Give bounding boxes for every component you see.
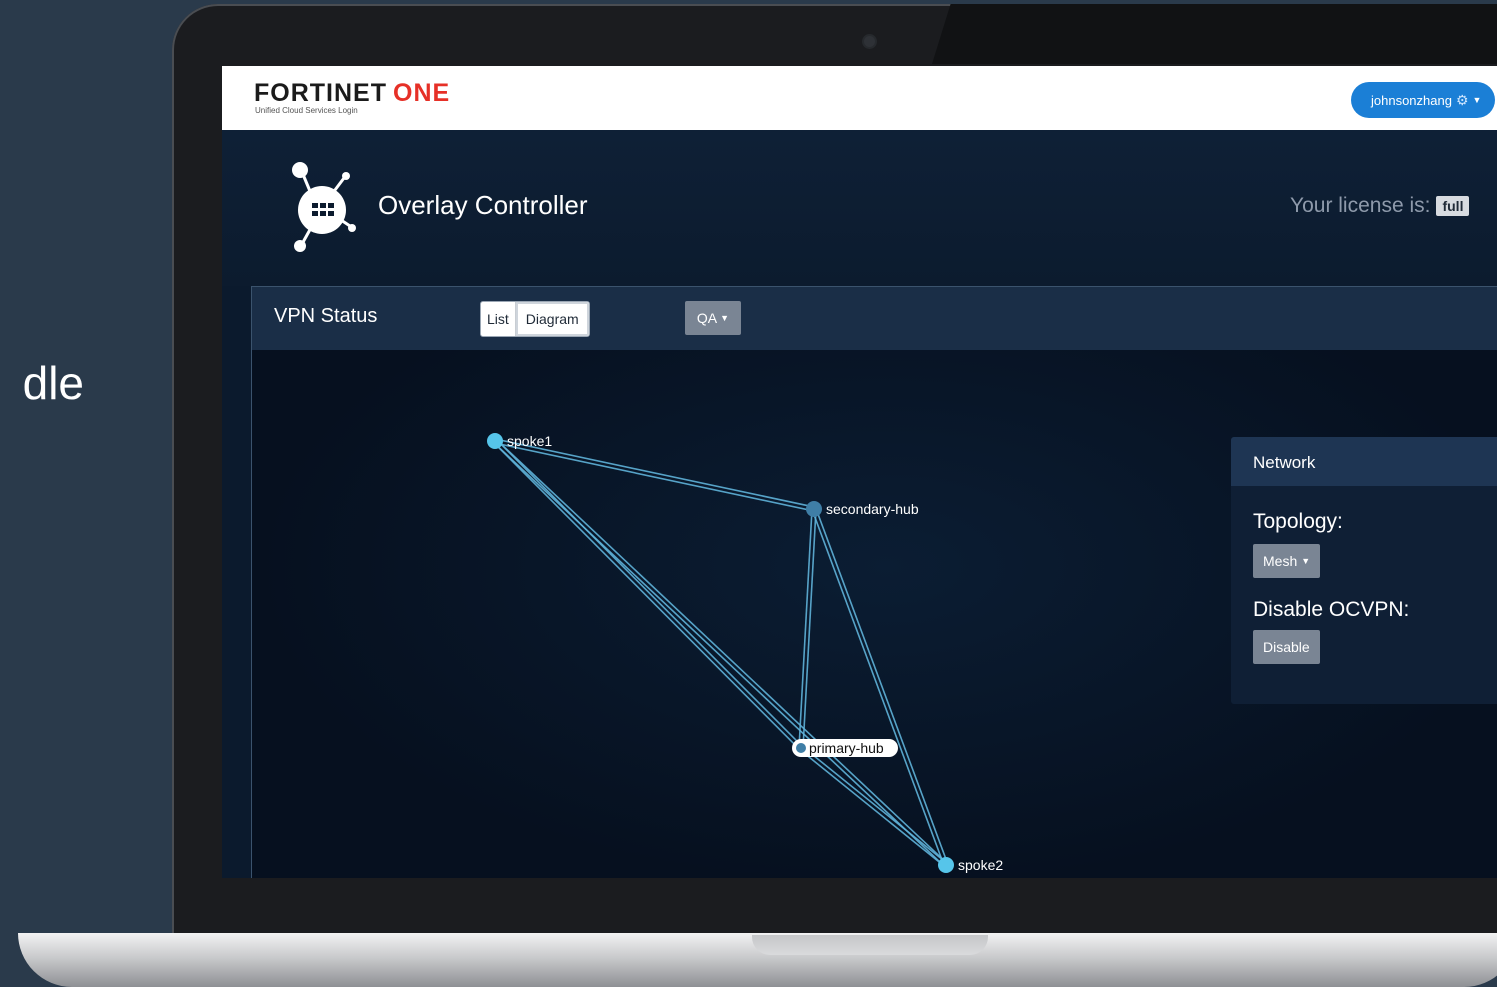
topology-dropdown[interactable]: Mesh ▼ (1253, 544, 1321, 578)
node-label: spoke1 (507, 433, 552, 449)
user-menu-button[interactable]: johnsonzhang ⚙ ▼ (1351, 82, 1496, 118)
network-box-title: Network (1253, 453, 1316, 472)
topology-graph[interactable]: spoke1 secondary-hub primary-hub spoke2 (252, 350, 1212, 878)
vpn-link[interactable] (495, 438, 815, 508)
tab-diagram[interactable]: Diagram (515, 302, 589, 336)
vpn-node-spoke2[interactable] (938, 857, 954, 873)
fortinet-one-logo[interactable]: FORTINET ONE (254, 80, 450, 106)
chevron-down-icon: ▼ (1472, 95, 1482, 105)
group-dropdown-label: QA (696, 310, 718, 326)
network-settings-box: Network Topology: Mesh ▼ Disable OCVPN: … (1231, 437, 1497, 704)
panel-header: VPN Status List Diagram QA ▼ (252, 287, 1497, 350)
chevron-down-icon: ▼ (1301, 556, 1311, 566)
disable-ocvpn-label: Disable OCVPN: (1253, 598, 1410, 621)
user-name: johnsonzhang (1371, 92, 1452, 108)
license-status: Your license is: full (1290, 194, 1470, 218)
overlay-controller-icon (292, 162, 356, 252)
vpn-node-primary-hub[interactable] (796, 743, 806, 753)
bezel-reflection (932, 4, 1497, 64)
topology-value: Mesh (1263, 553, 1298, 569)
vpn-link[interactable] (495, 439, 803, 748)
logo-subtitle: Unified Cloud Services Login (255, 106, 358, 115)
gear-icon: ⚙ (1455, 91, 1469, 108)
app-screen: FORTINET ONE Unified Cloud Services Login… (222, 66, 1497, 878)
view-toggle: List Diagram (480, 301, 590, 337)
node-label: spoke2 (958, 857, 1003, 873)
chevron-down-icon: ▼ (720, 313, 730, 323)
vpn-link[interactable] (494, 442, 814, 512)
laptop-base-notch (752, 935, 988, 955)
logo-main: FORTINET (254, 79, 387, 107)
camera-icon (864, 36, 875, 47)
logo-accent: ONE (393, 79, 451, 107)
network-box-header: Network (1231, 437, 1497, 486)
slide-partial-text: dle (22, 357, 84, 409)
tab-list[interactable]: List (481, 302, 516, 336)
disable-button[interactable]: Disable (1253, 630, 1320, 664)
vpn-status-panel: VPN Status List Diagram QA ▼ spoke1 secon… (251, 286, 1497, 878)
group-dropdown[interactable]: QA ▼ (685, 301, 741, 335)
panel-title: VPN Status (274, 305, 378, 327)
node-label: secondary-hub (826, 501, 919, 517)
vpn-link[interactable] (493, 441, 801, 750)
page-title: Overlay Controller (378, 190, 588, 220)
vpn-node-secondary-hub[interactable] (806, 501, 822, 517)
app-header: Overlay Controller Your license is: full (222, 130, 1497, 286)
vpn-diagram[interactable]: spoke1 secondary-hub primary-hub spoke2 Net… (252, 350, 1497, 878)
top-navbar: FORTINET ONE Unified Cloud Services Login… (222, 66, 1497, 130)
license-label: Your license is: (1290, 194, 1431, 217)
vpn-node-spoke1[interactable] (487, 433, 503, 449)
license-badge: full (1436, 196, 1470, 216)
node-label: primary-hub (809, 740, 884, 756)
topology-label: Topology: (1253, 510, 1343, 533)
